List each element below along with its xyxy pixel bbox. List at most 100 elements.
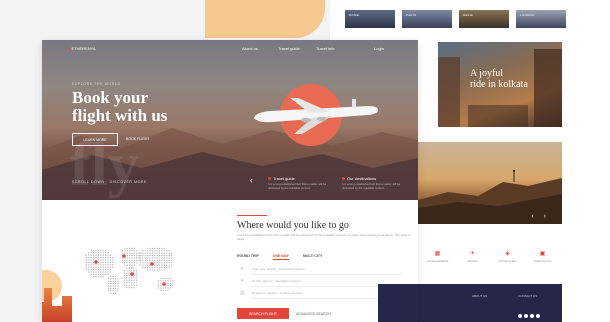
- service-item[interactable]: ✈ Airports: [458, 250, 488, 263]
- map-dot: [95, 273, 97, 276]
- map-dot: [97, 266, 100, 268]
- thumbnail[interactable]: PARIS: [402, 10, 452, 28]
- map-dot: [168, 250, 170, 252]
- services-row: ▦ Accommodation ✈ Airports ◈ Tourist gui…: [420, 250, 560, 263]
- map-dot: [88, 254, 90, 256]
- map-dot: [156, 262, 158, 264]
- map-dot: [166, 254, 168, 257]
- thumbnail[interactable]: ROME: [345, 10, 395, 28]
- cliff-photo-card[interactable]: ‹ ›: [418, 142, 562, 224]
- service-item[interactable]: ◈ Tourist guide: [493, 250, 523, 263]
- map-dot: [109, 259, 112, 261]
- map-dot: [170, 259, 173, 262]
- map-dot: [131, 247, 133, 250]
- map-dot: [126, 277, 128, 279]
- map-dot: [100, 259, 102, 261]
- prev-arrow-icon[interactable]: ‹: [531, 213, 537, 220]
- twitter-icon[interactable]: [524, 314, 528, 318]
- map-dot: [109, 268, 112, 271]
- map-dot: [123, 270, 126, 272]
- map-dot: [92, 266, 95, 268]
- map-dot: [151, 257, 154, 259]
- next-arrow-icon[interactable]: ›: [544, 213, 550, 220]
- map-dot: [130, 282, 133, 284]
- tab-round-trip[interactable]: ROUND TRIP: [237, 254, 259, 260]
- map-dot: [160, 280, 162, 282]
- map-dot: [163, 266, 166, 269]
- map-dot: [167, 287, 169, 289]
- hotel-icon: ▦: [434, 251, 441, 257]
- map-dot: [107, 259, 109, 261]
- nav-login[interactable]: Login: [374, 46, 384, 51]
- booking-description: It is a long established fact that a rea…: [237, 233, 411, 241]
- map-dot: [142, 250, 144, 252]
- map-dot: [131, 257, 133, 259]
- tab-one-way[interactable]: ONE WAY: [272, 254, 289, 260]
- map-dot: [156, 266, 158, 269]
- map-dot: [124, 250, 126, 252]
- map-dot: [100, 276, 102, 278]
- service-item[interactable]: ▣ Travel by bus: [528, 250, 558, 263]
- feature-destinations[interactable]: Our destinations It is a long establishe…: [342, 176, 406, 190]
- search-flight-button[interactable]: SEARCH FLIGHT: [237, 308, 289, 319]
- map-dot: [162, 280, 164, 282]
- map-dot: [133, 267, 135, 270]
- map-dot: [135, 284, 138, 286]
- nav-about[interactable]: About us: [242, 46, 258, 51]
- map-dot: [92, 254, 95, 256]
- tab-multi-city[interactable]: MULTI CITY: [303, 254, 322, 260]
- from-input[interactable]: From (city, airport) · international air…: [252, 267, 402, 275]
- map-dot: [102, 266, 104, 268]
- hero-watermark: fly: [70, 131, 139, 199]
- map-dot: [131, 259, 133, 262]
- map-dot: [90, 261, 92, 264]
- youtube-icon[interactable]: [536, 314, 540, 318]
- feature-travel-guide[interactable]: Travel guide It is a long established fa…: [268, 176, 332, 190]
- map-dot: [112, 290, 114, 292]
- map-dot: [97, 249, 100, 252]
- thumbnail[interactable]: DELHI: [459, 10, 509, 28]
- map-dot: [123, 284, 126, 286]
- advanced-search-link[interactable]: ADVANCED SEARCH: [296, 312, 331, 316]
- facebook-icon[interactable]: [518, 314, 522, 318]
- map-dot: [157, 287, 160, 289]
- thumbnail[interactable]: LONDON: [516, 10, 566, 28]
- map-dot: [110, 285, 112, 287]
- map-dot: [156, 254, 158, 257]
- kolkata-story-card[interactable]: A joyful ride in kolkata: [438, 42, 562, 127]
- map-dot: [144, 266, 146, 269]
- map-dot: [149, 250, 151, 252]
- map-dot: [92, 264, 95, 266]
- service-item[interactable]: ▦ Accommodation: [423, 250, 453, 263]
- map-dot: [133, 284, 135, 286]
- map-dot: [142, 257, 144, 259]
- map-dot: [102, 252, 104, 254]
- map-dot: [121, 252, 124, 254]
- map-dot: [107, 285, 110, 287]
- map-dot: [162, 289, 164, 292]
- nav-travel-info[interactable]: Travel info: [316, 46, 335, 51]
- map-dot: [85, 261, 88, 264]
- nav-travel-guide[interactable]: Travel guide: [278, 46, 300, 51]
- map-dot: [163, 259, 166, 262]
- map-dot: [146, 254, 149, 257]
- brand-logo[interactable]: ■ ETHERENYA: [68, 46, 96, 51]
- map-dot: [136, 262, 138, 264]
- map-dot: [128, 277, 130, 279]
- map-dot: [168, 262, 170, 264]
- map-dot: [138, 257, 140, 259]
- map-dot: [169, 284, 172, 287]
- map-dot: [151, 254, 154, 257]
- map-dot: [107, 256, 109, 259]
- map-dot: [133, 282, 135, 284]
- map-dot: [104, 268, 107, 271]
- map-dot: [112, 282, 114, 285]
- map-dot: [138, 254, 140, 257]
- instagram-icon[interactable]: [530, 314, 534, 318]
- map-dot: [164, 287, 167, 289]
- map-dot: [97, 273, 100, 276]
- chevron-left-icon[interactable]: ‹: [250, 176, 253, 185]
- map-dot: [95, 276, 97, 278]
- hero-title: Book your flight with us: [72, 88, 168, 125]
- map-dot: [133, 247, 136, 250]
